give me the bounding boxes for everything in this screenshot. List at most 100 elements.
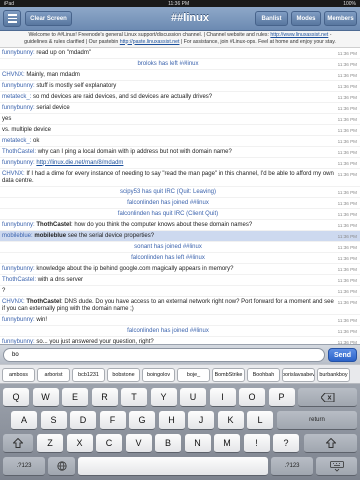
message-timestamp: 11:36 PM [337, 51, 357, 56]
message-nick[interactable]: metateck_: [2, 94, 31, 100]
message-timestamp: 11:36 PM [337, 84, 357, 89]
message-timestamp: 11:36 PM [337, 150, 357, 155]
key-t[interactable]: T [121, 388, 147, 407]
message-nick[interactable]: CHVNX: [2, 299, 25, 305]
chat-message: metateck_: so md devices are raid device… [0, 92, 360, 103]
chat-message: CHVNX: ThothCastel: DNS dude. Do you hav… [0, 297, 360, 315]
nick-suggestion[interactable]: bcb1231 [72, 368, 105, 382]
topic-pastebin-link[interactable]: http://paste.linuxassist.net [120, 39, 180, 45]
numbers-key-right[interactable]: .?123 [271, 457, 313, 476]
key-r[interactable]: R [91, 388, 118, 407]
key-question[interactable]: ? [273, 434, 299, 453]
send-button[interactable]: Send [328, 348, 357, 362]
chat-message: funnybunny: read up on "mdadm" 11:36 PM [0, 48, 360, 59]
nick-suggestion[interactable]: burbankboy [317, 368, 350, 382]
key-h[interactable]: H [158, 411, 185, 430]
mentioned-nick: mobileblue [34, 232, 67, 239]
message-nick[interactable]: ThothCastel: [2, 277, 36, 283]
key-z[interactable]: Z [37, 434, 63, 453]
nick-suggestion[interactable]: BombStrike [212, 368, 245, 382]
message-nick[interactable]: funnybunny: [2, 222, 35, 228]
shift-key-right[interactable] [304, 434, 357, 453]
key-o[interactable]: O [239, 388, 265, 407]
key-q[interactable]: Q [3, 388, 29, 407]
key-k[interactable]: K [217, 411, 244, 430]
message-timestamp: 11:36 PM [337, 300, 357, 305]
message-nick[interactable]: funnybunny: [2, 266, 35, 272]
space-key[interactable] [78, 457, 268, 476]
key-j[interactable]: J [188, 411, 214, 430]
backspace-key[interactable] [298, 388, 357, 407]
message-timestamp: 11:36 PM [337, 318, 357, 323]
key-b[interactable]: B [155, 434, 181, 453]
key-x[interactable]: X [66, 434, 93, 453]
key-v[interactable]: V [125, 434, 152, 453]
chat-message: funnybunny: http://linux.die.net/man/8/m… [0, 158, 360, 169]
carrier-label: iPad [4, 0, 15, 7]
message-timestamp: 11:36 PM [337, 329, 357, 334]
message-nick[interactable]: metateck_: [2, 138, 31, 144]
key-e[interactable]: E [62, 388, 88, 407]
key-p[interactable]: P [268, 388, 295, 407]
chat-log[interactable]: funnybunny: read up on "mdadm" 11:36 PM br… [0, 48, 360, 344]
message-timestamp: 11:36 PM [337, 234, 357, 239]
message-nick[interactable]: funnybunny: [2, 83, 35, 89]
key-f[interactable]: F [99, 411, 126, 430]
message-nick[interactable]: funnybunny: [2, 50, 35, 56]
key-i[interactable]: I [209, 388, 236, 407]
key-s[interactable]: S [40, 411, 67, 430]
key-m[interactable]: M [214, 434, 240, 453]
key-n[interactable]: N [184, 434, 211, 453]
key-c[interactable]: C [96, 434, 122, 453]
nick-suggestion[interactable]: Boohbah [247, 368, 280, 382]
members-button[interactable]: Members [324, 11, 357, 26]
return-key[interactable]: return [277, 411, 357, 430]
key-y[interactable]: Y [150, 388, 177, 407]
key-d[interactable]: D [70, 411, 96, 430]
nick-suggestions: amboss arborist bcb1231 bobstone boingolov bo… [0, 364, 360, 384]
nick-suggestion[interactable]: boingolov [142, 368, 175, 382]
key-l[interactable]: L [247, 411, 273, 430]
nick-suggestion[interactable]: borislavsabev [282, 368, 315, 382]
message-timestamp: 11:36 PM [337, 223, 357, 228]
hide-keyboard-key[interactable] [316, 457, 357, 476]
backspace-icon [320, 392, 334, 402]
message-timestamp: 11:36 PM [337, 278, 357, 283]
nick-suggestion[interactable]: arborist [37, 368, 70, 382]
message-timestamp: 11:36 PM [337, 245, 357, 250]
message-nick[interactable]: CHVNX: [2, 72, 25, 78]
clear-screen-button[interactable]: Clear Screen [25, 11, 72, 26]
nick-suggestion[interactable]: bobstone [107, 368, 140, 382]
message-text: so md devices are raid devices, and sd d… [33, 93, 213, 100]
message-nick[interactable]: ThothCastel: [2, 149, 36, 155]
numbers-key-left[interactable]: .?123 [3, 457, 45, 476]
key-w[interactable]: W [32, 388, 59, 407]
message-nick[interactable]: funnybunny: [2, 317, 35, 323]
nick-suggestion[interactable]: boje_ [177, 368, 210, 382]
key-u[interactable]: U [180, 388, 206, 407]
shift-key-left[interactable] [3, 434, 33, 453]
key-a[interactable]: A [11, 411, 37, 430]
topic-website-link[interactable]: http://www.linuxassist.net [270, 32, 328, 38]
message-timestamp: 11:36 PM [337, 212, 357, 217]
chat-message: funnybunny: win! 11:36 PM [0, 315, 360, 326]
message-nick[interactable]: CHVNX: [2, 171, 25, 177]
menu-button[interactable] [3, 10, 21, 27]
on-screen-keyboard: Q W E R T Y U I O P A S D F G H J K Lreturn Z X C V B N M!? .?123.… [0, 384, 360, 480]
modes-button[interactable]: Modes [291, 11, 321, 26]
message-nick[interactable]: funnybunny: [2, 105, 35, 111]
message-link[interactable]: http://linux.die.net/man/8/mdadm [36, 160, 123, 166]
globe-key[interactable] [48, 457, 75, 476]
chat-event: sonant has joined ##linux 11:36 PM [0, 242, 360, 253]
message-nick[interactable]: funnybunny: [2, 160, 35, 166]
message-timestamp: 11:36 PM [337, 62, 357, 67]
message-timestamp: 11:36 PM [337, 161, 357, 166]
key-g[interactable]: G [129, 411, 155, 430]
chat-event: falconlinden has joined ##linux 11:36 PM [0, 326, 360, 337]
message-input[interactable]: bo [3, 348, 325, 362]
key-exclamation[interactable]: ! [243, 434, 270, 453]
message-timestamp: 11:36 PM [337, 139, 357, 144]
message-nick[interactable]: mobileblue: [2, 233, 33, 239]
nick-suggestion[interactable]: amboss [2, 368, 35, 382]
banlist-button[interactable]: Banlist [255, 11, 288, 26]
